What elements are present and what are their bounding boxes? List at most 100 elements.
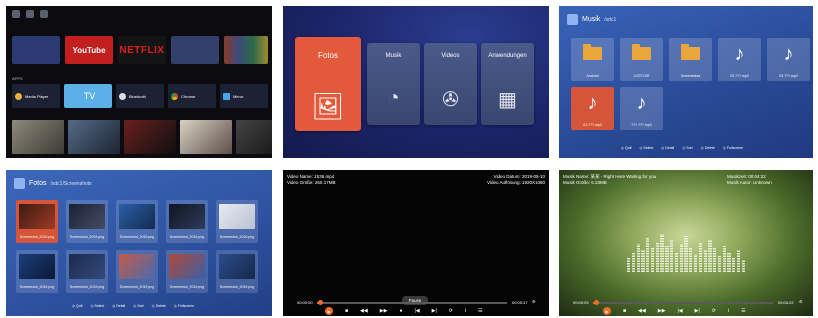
live-tv-card[interactable] bbox=[12, 36, 60, 64]
rewind-icon[interactable]: ◀◀ bbox=[360, 308, 368, 314]
stop-icon[interactable]: ■ bbox=[345, 308, 348, 314]
recommendation-thumb[interactable] bbox=[12, 120, 64, 154]
video-info-right: Video Datum: 2019-05-10 Video Auflösung:… bbox=[487, 174, 545, 186]
tile-fotos-label: Fotos bbox=[317, 51, 338, 60]
progress-bar[interactable] bbox=[317, 302, 507, 304]
music-disc-icon: ◔ bbox=[387, 87, 400, 109]
list-icon[interactable]: ☰ bbox=[478, 308, 482, 314]
apps-row: Media Player TV Bluetooth Chrome Mirror bbox=[12, 84, 268, 108]
equalizer-bar bbox=[693, 254, 698, 272]
movies-card[interactable] bbox=[224, 36, 268, 64]
photo-thumbnail bbox=[69, 254, 105, 279]
photo-thumbnail bbox=[19, 254, 55, 279]
play-icon[interactable]: ▶ bbox=[325, 307, 333, 315]
youtube-card[interactable]: YouTube bbox=[65, 36, 113, 64]
photo-item-selected[interactable]: Screenshot_2019.png bbox=[16, 200, 58, 243]
netflix-card[interactable]: NETFLIX bbox=[118, 36, 166, 64]
repeat-icon[interactable]: ⟳ bbox=[449, 308, 453, 314]
info-icon[interactable]: i bbox=[728, 308, 729, 314]
progress-knob[interactable] bbox=[318, 300, 324, 305]
repeat-icon[interactable]: ⟳ bbox=[712, 308, 716, 314]
photo-item[interactable]: Screenshot_2019.png bbox=[216, 250, 258, 293]
list-icon[interactable]: ☰ bbox=[741, 308, 745, 314]
recommendation-thumb[interactable] bbox=[180, 120, 232, 154]
fast-forward-icon[interactable]: ▶▶ bbox=[658, 308, 666, 314]
music-item[interactable]: ♪ 02.???.mp3 bbox=[718, 38, 761, 81]
legend-item: Delete bbox=[701, 146, 715, 150]
equalizer-bar bbox=[636, 244, 640, 272]
playback-controls: ▶ ■ ◀◀ ▶▶ ● |◀ ▶| ⟳ i ☰ bbox=[325, 307, 483, 315]
stop-icon[interactable]: ■ bbox=[623, 308, 626, 314]
photo-item[interactable]: Screenshot_2019.png bbox=[66, 250, 108, 293]
recommendation-thumb[interactable] bbox=[236, 120, 272, 154]
media-player-app[interactable]: Media Player bbox=[12, 84, 60, 108]
mirror-app[interactable]: Mirror bbox=[220, 84, 268, 108]
folder-icon bbox=[681, 44, 700, 60]
recommendation-thumb[interactable] bbox=[68, 120, 120, 154]
folder-item[interactable]: Android bbox=[571, 38, 614, 81]
photo-item[interactable]: Screenshot_2019.png bbox=[166, 250, 208, 293]
breadcrumb: /sdc1/Screenshots bbox=[50, 180, 92, 187]
music-item[interactable]: ♪ ???.???.mp3 bbox=[620, 87, 663, 130]
tile-anwendungen[interactable]: Anwendungen ▦ bbox=[481, 43, 534, 125]
next-icon[interactable]: ▶| bbox=[695, 308, 700, 314]
photo-label: Screenshot_2019.png bbox=[119, 235, 155, 239]
favorite-apps-row: YouTube NETFLIX bbox=[12, 36, 268, 64]
photo-icon: 🖼 bbox=[311, 91, 345, 121]
photo-item[interactable]: Screenshot_2019.png bbox=[116, 200, 158, 243]
app-card[interactable] bbox=[171, 36, 219, 64]
photo-label: Screenshot_2019.png bbox=[19, 235, 55, 239]
previous-icon[interactable]: |◀ bbox=[414, 308, 419, 314]
folder-item[interactable]: LOST.DIR bbox=[620, 38, 663, 81]
tile-videos[interactable]: Videos ✇ bbox=[424, 43, 477, 125]
bluetooth-app[interactable]: Bluetooth bbox=[116, 84, 164, 108]
legend-item: Fullscreen bbox=[723, 146, 743, 150]
settings-icon[interactable] bbox=[26, 10, 34, 18]
music-item-selected[interactable]: ♪ 01.???.mp3 bbox=[571, 87, 614, 130]
launcher-top-bar bbox=[6, 6, 272, 26]
equalizer-bar bbox=[679, 244, 683, 272]
legend-item: Delete bbox=[152, 304, 166, 308]
info-icon[interactable]: i bbox=[465, 308, 466, 314]
apps-icon: ▦ bbox=[498, 89, 517, 111]
bluetooth-icon bbox=[119, 92, 126, 100]
tv-app[interactable]: TV bbox=[64, 84, 112, 108]
total-time: 00:05:37 bbox=[512, 300, 528, 305]
music-item[interactable]: ♪ 03.???.mp3 bbox=[767, 38, 810, 81]
folder-item[interactable]: Screenshots bbox=[669, 38, 712, 81]
search-icon[interactable] bbox=[12, 10, 20, 18]
previous-icon[interactable]: |◀ bbox=[677, 308, 682, 314]
tile-fotos[interactable]: Fotos 🖼 bbox=[295, 37, 361, 131]
photo-thumbnail bbox=[119, 254, 155, 279]
music-artist: Musik Autor: Unknown bbox=[727, 180, 772, 185]
folder-icon bbox=[583, 44, 602, 60]
record-icon[interactable]: ● bbox=[399, 308, 402, 314]
photo-item[interactable]: Screenshot_2019.png bbox=[66, 200, 108, 243]
fast-forward-icon[interactable]: ▶▶ bbox=[380, 308, 388, 314]
recommendation-thumb[interactable] bbox=[124, 120, 176, 154]
settings-icon[interactable]: ⚙ bbox=[799, 299, 803, 304]
progress-knob[interactable] bbox=[594, 300, 600, 305]
chrome-app[interactable]: Chrome bbox=[168, 84, 216, 108]
next-icon[interactable]: ▶| bbox=[432, 308, 437, 314]
folder-icon bbox=[632, 44, 651, 60]
tile-musik-label: Musik bbox=[385, 53, 402, 59]
tile-videos-label: Videos bbox=[441, 53, 460, 59]
progress-bar[interactable] bbox=[593, 302, 773, 304]
photo-item[interactable]: Screenshot_2019.png bbox=[216, 200, 258, 243]
music-header: Musik /sdc1 bbox=[567, 14, 616, 25]
photo-item[interactable]: Screenshot_2019.png bbox=[16, 250, 58, 293]
input-icon[interactable] bbox=[40, 10, 48, 18]
music-player-screen: Musik Name: 某某 - Right Here Waiting for … bbox=[559, 170, 813, 316]
video-size: Video Größe: 260.17MB bbox=[287, 180, 336, 185]
tile-musik[interactable]: Musik ◔ bbox=[367, 43, 420, 125]
tile-anwendungen-label: Anwendungen bbox=[488, 53, 527, 59]
legend-item: Quit bbox=[621, 146, 631, 150]
equalizer-bar bbox=[660, 234, 664, 272]
photo-item[interactable]: Screenshot_2019.png bbox=[166, 200, 208, 243]
item-label: 02.???.mp3 bbox=[730, 74, 749, 78]
photo-item[interactable]: Screenshot_2019.png bbox=[116, 250, 158, 293]
settings-icon[interactable]: ⚙ bbox=[532, 299, 536, 304]
rewind-icon[interactable]: ◀◀ bbox=[638, 308, 646, 314]
play-icon[interactable]: ▶ bbox=[603, 307, 611, 315]
